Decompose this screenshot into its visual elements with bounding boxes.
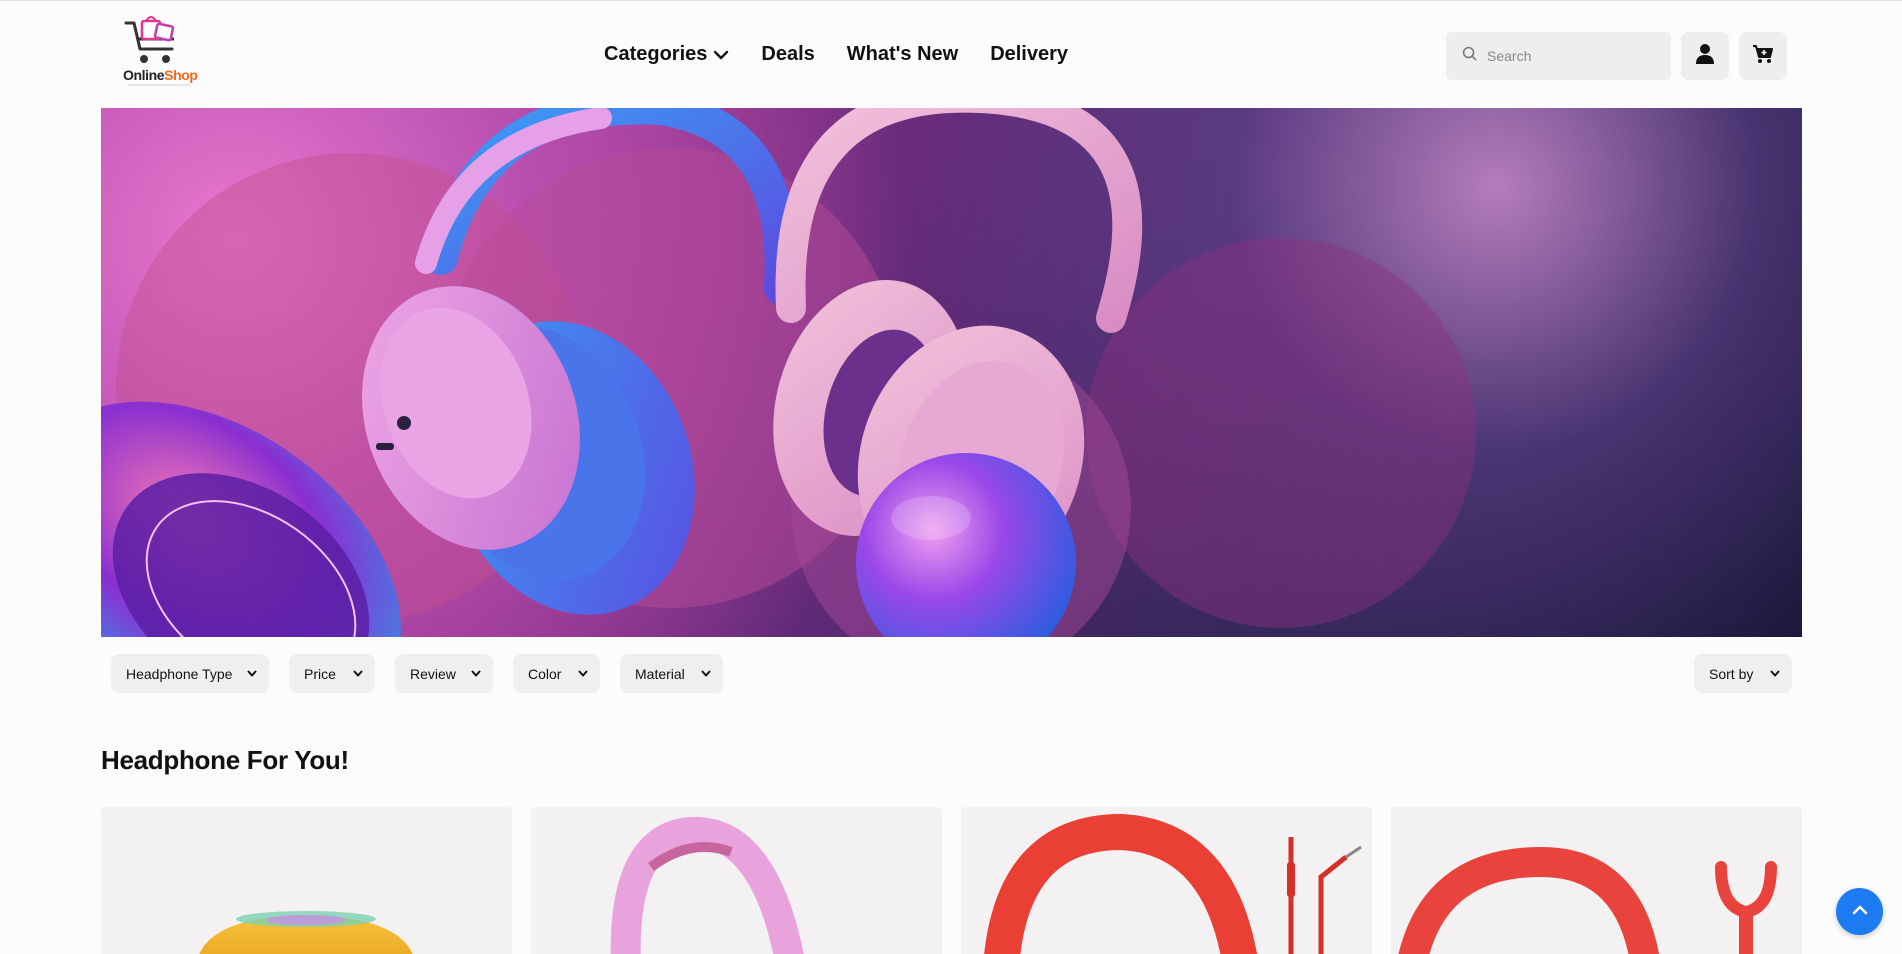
site-header: OnlineShop Categories Deals What's New D… [0,1,1902,107]
nav-item-delivery[interactable]: Delivery [990,43,1068,66]
sort-by-select[interactable]: Sort by [1694,654,1792,693]
cart-icon [1752,44,1774,69]
back-to-top-button[interactable] [1836,888,1883,935]
nav-item-whats-new[interactable]: What's New [847,43,958,66]
product-card[interactable] [961,807,1372,954]
search-box[interactable] [1446,32,1671,80]
filter-headphone-type[interactable]: Headphone Type [111,654,269,693]
product-card[interactable] [101,807,512,954]
chevron-down-icon [701,670,711,677]
brand-logo[interactable]: OnlineShop [120,15,200,87]
filter-material[interactable]: Material [620,654,723,693]
headphones-hero-image [101,108,1476,637]
nav-item-deals[interactable]: Deals [761,43,814,66]
chevron-down-icon [713,49,729,61]
chevron-down-icon [1770,670,1780,677]
pink-headphone-image [610,816,804,954]
section-title: Headphone For You! [101,745,349,775]
search-icon [1462,46,1477,66]
hero-banner [101,108,1802,637]
filter-price[interactable]: Price [289,654,375,693]
product-card[interactable] [1391,807,1802,954]
filter-color[interactable]: Color [513,654,600,693]
red-headphone-accessory-image [1398,846,1777,954]
red-wired-headphone-image [984,813,1362,954]
account-button[interactable] [1681,32,1729,80]
smart-speaker-image [199,911,413,954]
filter-review[interactable]: Review [395,654,493,693]
chevron-down-icon [578,670,588,677]
product-card[interactable] [531,807,942,954]
chevron-down-icon [353,670,363,677]
brand-tagline-line [128,84,190,86]
chevron-up-icon [1851,903,1869,921]
main-nav: Categories Deals What's New Delivery [604,43,1100,66]
chevron-down-icon [471,670,481,677]
chevron-down-icon [247,670,257,677]
cart-logo-icon [124,16,175,63]
nav-item-categories[interactable]: Categories [604,43,729,66]
cart-button[interactable] [1739,32,1787,80]
filter-bar: Headphone Type Price Review Color Materi… [111,654,743,693]
brand-wordmark: OnlineShop [123,67,198,83]
user-icon [1695,43,1715,70]
search-input[interactable] [1487,48,1657,64]
